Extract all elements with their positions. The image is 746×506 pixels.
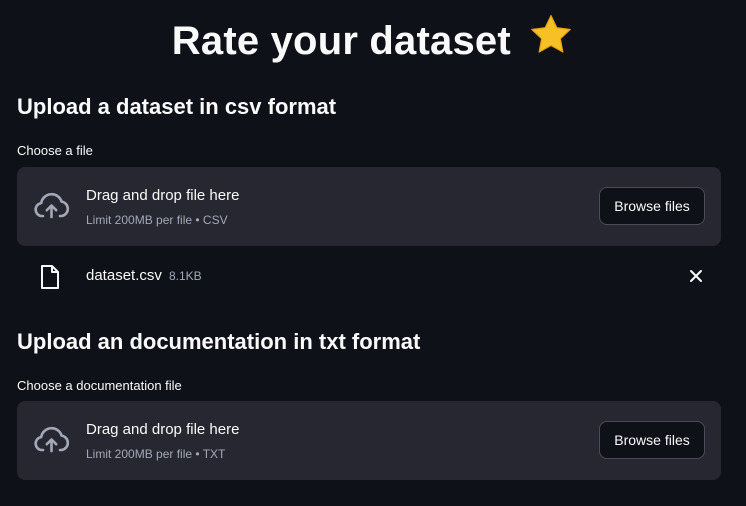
close-icon: [690, 270, 702, 282]
section-heading-dataset: Upload a dataset in csv format: [17, 94, 337, 119]
dropzone-limit-text: Limit 200MB per file • TXT: [86, 447, 226, 461]
uploaded-file-name: dataset.csv: [86, 267, 162, 284]
uploaded-file-row: dataset.csv 8.1KB: [17, 258, 721, 294]
browse-files-button[interactable]: Browse files: [599, 187, 705, 225]
file-icon: [39, 264, 61, 290]
cloud-upload-icon: [33, 425, 70, 455]
dataset-dropzone[interactable]: Drag and drop file here Limit 200MB per …: [17, 167, 721, 246]
section-heading-documentation: Upload an documentation in txt format: [17, 329, 421, 354]
browse-files-button[interactable]: Browse files: [599, 421, 705, 459]
star-icon: [528, 12, 574, 68]
remove-file-button[interactable]: [685, 265, 707, 287]
page-title: Rate your dataset: [0, 12, 746, 68]
app-root: Rate your dataset Upload a dataset in cs…: [0, 0, 746, 506]
file-uploader-label: Choose a file: [17, 143, 93, 158]
page-title-text: Rate your dataset: [171, 19, 511, 63]
documentation-dropzone[interactable]: Drag and drop file here Limit 200MB per …: [17, 401, 721, 480]
dropzone-instructions: Drag and drop file here: [86, 421, 240, 438]
cloud-upload-icon: [33, 191, 70, 221]
doc-uploader-label: Choose a documentation file: [17, 378, 182, 393]
dropzone-limit-text: Limit 200MB per file • CSV: [86, 213, 228, 227]
uploaded-file-size: 8.1KB: [169, 269, 202, 283]
dropzone-instructions: Drag and drop file here: [86, 187, 240, 204]
